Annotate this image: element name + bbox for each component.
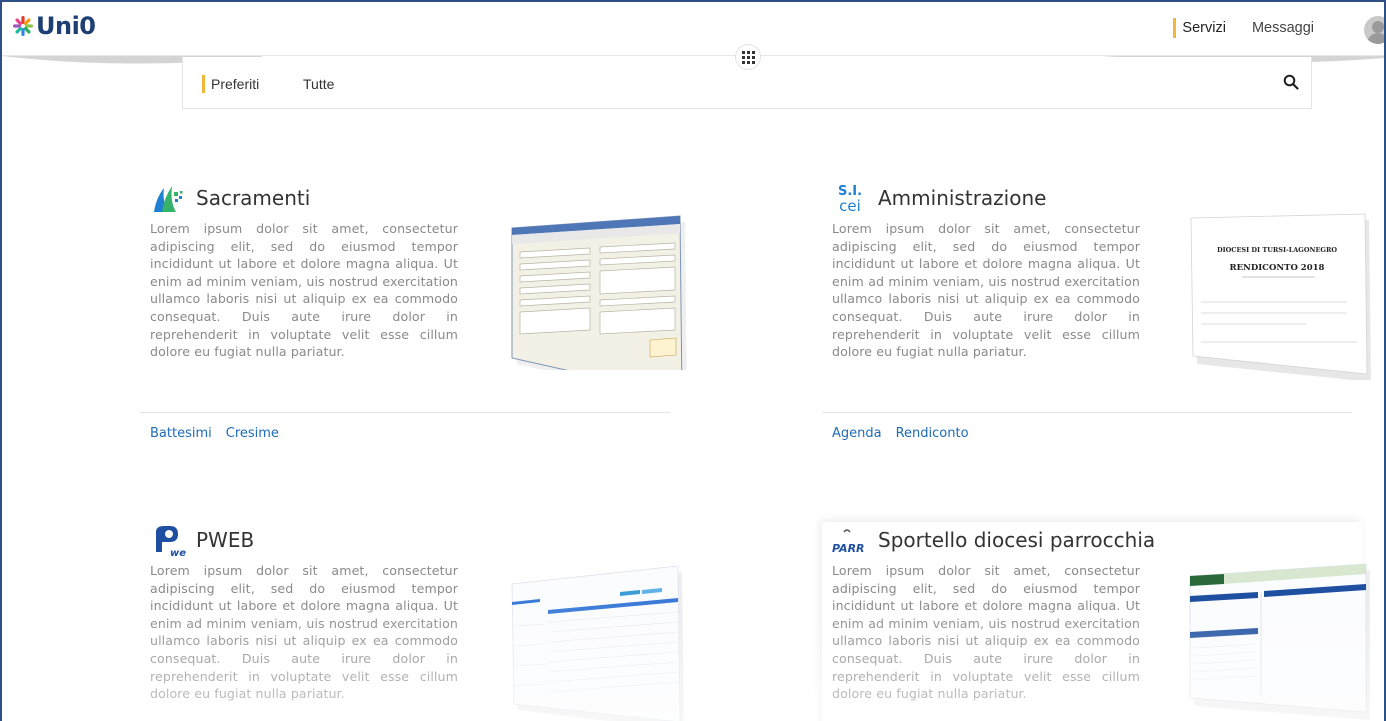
sicei-logo-bottom: cei <box>839 197 861 215</box>
doc-heading: DIOCESI DI TURSI-LAGONEGRO <box>1217 246 1337 254</box>
pweb-logo-icon: web <box>156 526 186 558</box>
avatar-body <box>1367 33 1384 44</box>
brand-logo[interactable]: Uni0 <box>12 12 96 40</box>
top-bar: Uni0 Servizi Messaggi <box>2 2 1384 56</box>
card-title: PWEB <box>196 528 255 552</box>
user-avatar[interactable] <box>1364 16 1384 44</box>
card-header[interactable]: PARR Sportello diocesi parrocchia <box>832 522 1155 558</box>
card-header[interactable]: web PWEB <box>150 522 254 558</box>
apps-grid-button[interactable] <box>735 44 761 70</box>
card-title: Sportello diocesi parrocchia <box>878 528 1156 552</box>
grid-icon <box>741 50 755 64</box>
top-nav: Servizi Messaggi <box>1173 18 1314 38</box>
tab-preferiti[interactable]: Preferiti <box>202 75 259 93</box>
link-rendiconto[interactable]: Rendiconto <box>896 426 969 441</box>
parr-logo-text: PARR <box>832 542 865 555</box>
card-sportello: PARR Sportello diocesi parrocchia Lorem … <box>822 522 1370 721</box>
sacramenti-logo-icon <box>154 186 183 212</box>
card-links: Battesimi Cresime <box>150 426 279 441</box>
nav-messaggi[interactable]: Messaggi <box>1246 18 1314 38</box>
pweb-screenshot <box>511 565 684 721</box>
search-icon[interactable] <box>1283 74 1299 90</box>
tab-tutte[interactable]: Tutte <box>303 75 334 93</box>
app-frame: Uni0 Servizi Messaggi Preferiti Tutte Sa… <box>0 0 1386 721</box>
pweb-logo-text: web <box>170 548 186 558</box>
card-description: Lorem ipsum dolor sit amet, consectetur … <box>832 563 1140 702</box>
flower-logo-icon <box>13 16 33 36</box>
card-title: Sacramenti <box>196 186 311 210</box>
card-divider <box>822 412 1352 413</box>
card-links: Agenda Rendiconto <box>832 426 969 441</box>
card-header[interactable]: Sacramenti <box>150 180 310 216</box>
card-sacramenti: Sacramenti Lorem ipsum dolor sit amet, c… <box>140 180 687 460</box>
link-cresime[interactable]: Cresime <box>226 426 279 441</box>
card-description: Lorem ipsum dolor sit amet, consectetur … <box>150 221 458 360</box>
card-description: Lorem ipsum dolor sit amet, consectetur … <box>832 221 1140 360</box>
card-title: Amministrazione <box>878 186 1047 210</box>
card-description: Lorem ipsum dolor sit amet, consectetur … <box>150 563 458 702</box>
parr-logo-icon: PARR <box>832 529 865 555</box>
avatar-head <box>1372 21 1384 33</box>
sicei-logo-icon: S.I. cei <box>838 184 862 215</box>
brand-name: Uni0 <box>36 12 96 40</box>
doc-subheading: RENDICONTO 2018 <box>1230 263 1325 273</box>
link-battesimi[interactable]: Battesimi <box>150 426 212 441</box>
card-divider <box>140 412 670 413</box>
sportello-screenshot <box>1189 563 1370 720</box>
rendiconto-document: DIOCESI DI TURSI-LAGONEGRO RENDICONTO 20… <box>1190 213 1371 380</box>
card-header[interactable]: S.I. cei Amministrazione <box>832 180 1046 216</box>
sacramenti-screenshot <box>511 215 687 370</box>
card-pweb: web PWEB Lorem ipsum dolor sit amet, con… <box>140 522 684 721</box>
link-agenda[interactable]: Agenda <box>832 426 882 441</box>
card-amministrazione: S.I. cei Amministrazione Lorem ipsum dol… <box>822 180 1371 460</box>
nav-servizi[interactable]: Servizi <box>1173 18 1226 38</box>
